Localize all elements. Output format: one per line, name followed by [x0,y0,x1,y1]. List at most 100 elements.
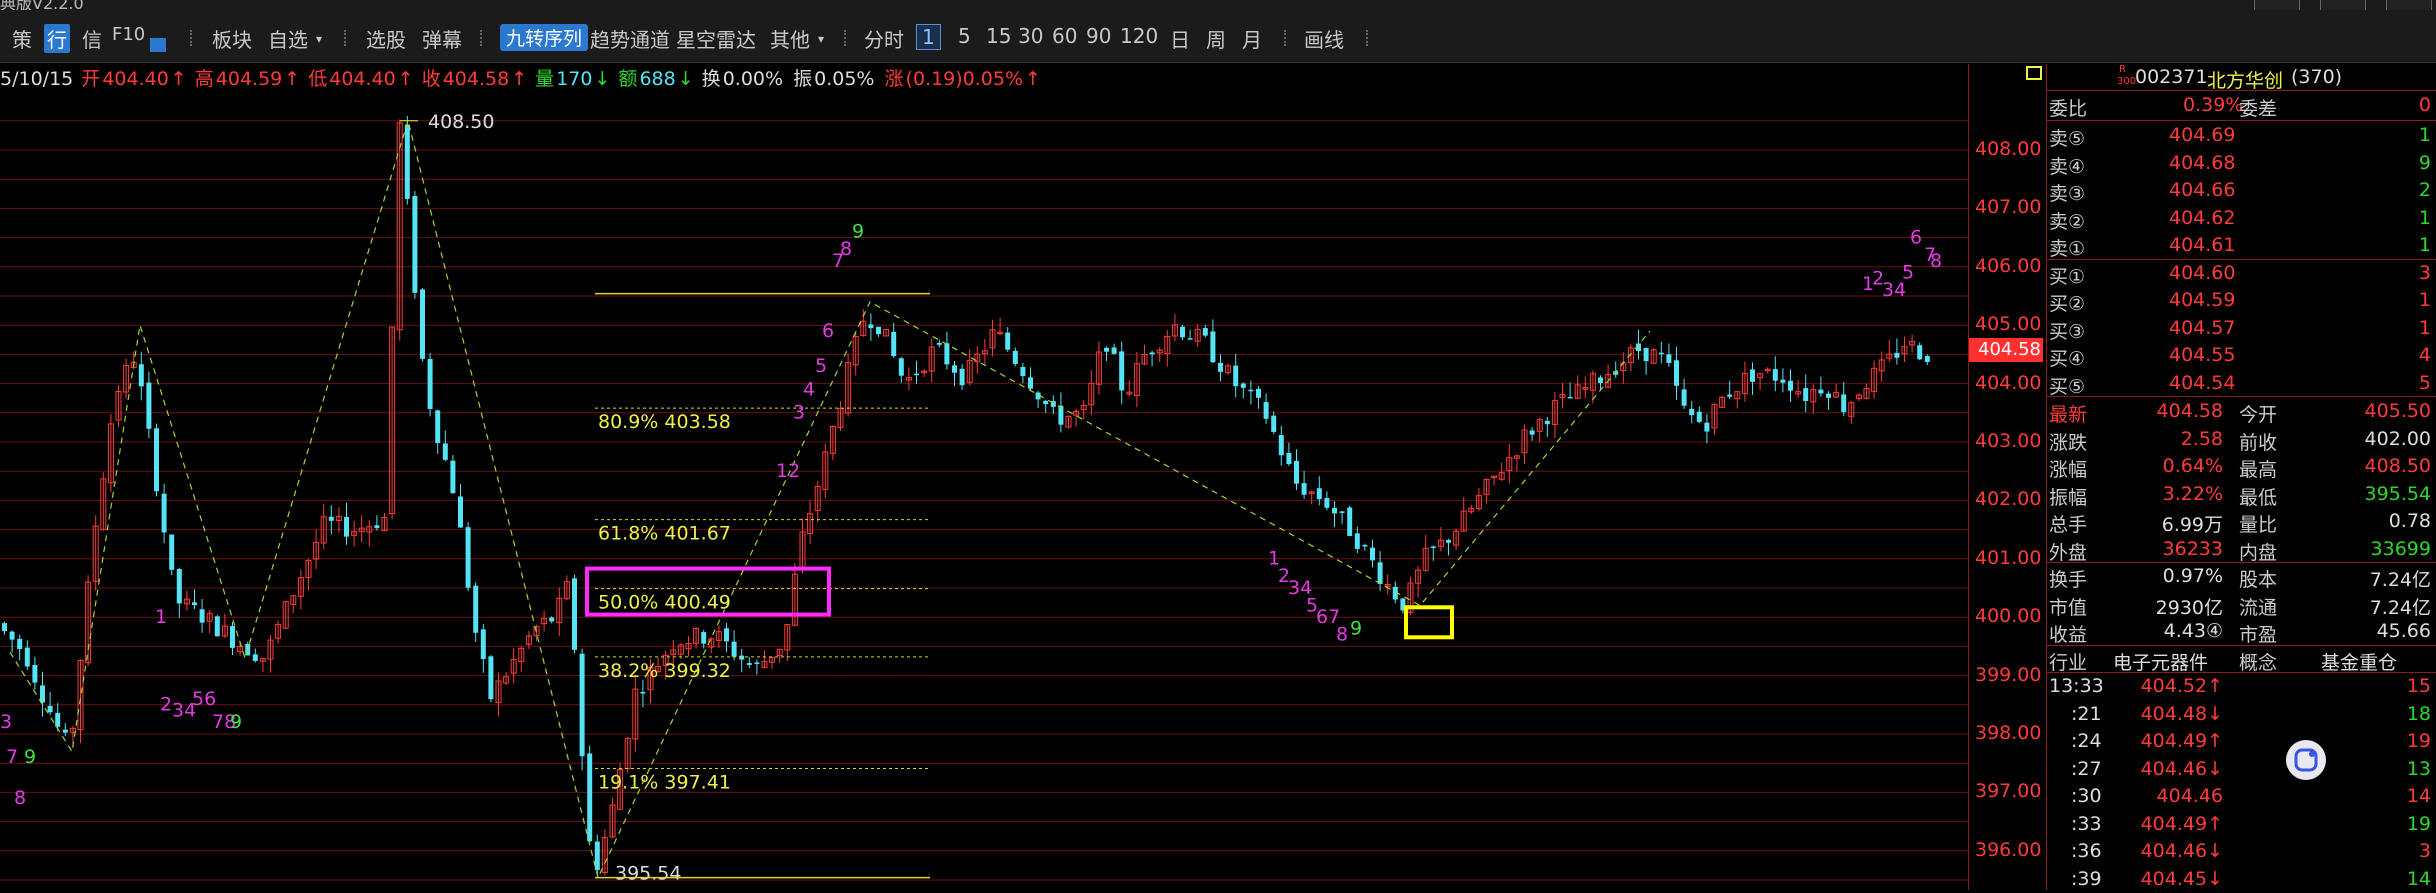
ask-row[interactable]: 卖③ 404.66 2 [2047,177,2436,205]
toolbar: 策 行 信 F10 板块 自选 ▾ 选股 弹幕 九转序列 趋势通道 星空雷达 其… [0,10,2436,63]
candle-body [473,585,479,633]
ask-row[interactable]: 卖④ 404.68 9 [2047,150,2436,178]
chevron-down-icon[interactable]: ▾ [316,32,322,46]
period-1min[interactable]: 1 [916,24,941,50]
price-axis-label: 407.00 [1975,196,2042,219]
candle-body [1696,411,1702,422]
bid-row[interactable]: 买④ 404.55 4 [2047,342,2436,370]
chevron-down-icon[interactable]: ▾ [818,32,824,46]
nine-turn-mark: 8 [14,787,26,809]
toolbar-item-sector[interactable]: 板块 [212,24,252,53]
bid-row[interactable]: 买① 404.60 3 [2047,260,2436,288]
current-price-tag: 404.58 [1969,337,2043,362]
drawing-overlay: 408.50 395.54 80.9% 403.58 61.8% 401.67 50.0… [0,111,1942,885]
stat-label: 市值 [2049,596,2088,619]
tick-price: 404.52↑ [2140,675,2223,697]
candle-body [465,527,471,588]
period-5min[interactable]: 5 [958,24,971,48]
toolbar-item-radar[interactable]: 星空雷达 [676,24,756,53]
stat-label: 最新 [2049,404,2088,426]
close-button[interactable] [2386,0,2432,10]
industry-row[interactable]: 行业 电子元器件 概念 基金重仓 [2047,646,2436,675]
ask-row[interactable]: 卖② 404.62 1 [2047,205,2436,233]
period-day[interactable]: 日 [1170,24,1190,53]
trough-price-label: 395.54 [615,863,681,885]
candle-body [1187,338,1193,340]
candlestick-chart[interactable]: 408.50395.5480.9% 403.5861.8% 401.6750.0… [0,64,1968,890]
period-month[interactable]: 月 [1242,24,1262,53]
nine-turn-mark: 7 [6,746,18,768]
tick-volume: 3 [2418,840,2431,862]
stock-header[interactable]: R 300 002371 北方华创 (370) [2047,64,2436,92]
toolbar-item-quote[interactable]: 行 [44,24,70,53]
nine-turn-mark: 4 [803,378,815,400]
stat-label: 今开 [2239,404,2278,426]
order-ratio-row: 委比 0.39% 委差 0 [2047,92,2436,120]
open-label: 开 [81,68,101,90]
bid-label: 买③ [2049,320,2086,343]
candle-body [1111,347,1117,354]
stat-value: 0.97% [2162,565,2223,587]
candle-body [1567,396,1573,399]
window-layout-icon[interactable] [150,38,166,52]
bid-row[interactable]: 买② 404.59 1 [2047,287,2436,315]
candle-body [1218,362,1223,372]
candle-body [1689,408,1695,416]
candle-body [32,664,38,683]
toolbar-item-watchlist[interactable]: 自选 [268,24,308,53]
toolbar-item-nine-turn[interactable]: 九转序列 [500,24,589,51]
candle-body [1316,488,1322,500]
high-value: 404.59 [215,68,283,90]
stock-rank: (370) [2291,66,2343,88]
bid-price: 404.60 [2169,261,2236,284]
candle-body [480,629,486,659]
toolbar-item-stock-picker[interactable]: 选股 [366,24,406,53]
assistant-icon[interactable] [2286,740,2326,780]
order-diff-label: 委差 [2239,98,2278,120]
candle-body [1917,345,1923,360]
nine-turn-mark: 1 [155,606,167,628]
stat-value: 6.99万 [2161,514,2223,536]
industry-value[interactable]: 电子元器件 [2113,648,2208,675]
candle-body [1278,435,1284,456]
candle-body [1362,544,1368,547]
period-90min[interactable]: 90 [1086,24,1111,48]
bid-volume: 3 [2418,261,2431,284]
toolbar-item-strategy[interactable]: 策 [12,24,32,53]
period-120min[interactable]: 120 [1120,24,1158,48]
stat-value: 395.54 [2364,482,2431,505]
toolbar-item-trend-channel[interactable]: 趋势通道 [590,24,670,53]
stat-label: 外盘 [2049,541,2088,564]
fib-level-label: 50.0% 400.49 [598,592,731,614]
ask-row[interactable]: 卖⑤ 404.69 1 [2047,122,2436,150]
period-week[interactable]: 周 [1206,24,1226,53]
candle-body [1354,533,1360,549]
stat-label: 收益 [2049,624,2088,646]
period-30min[interactable]: 30 [1018,24,1043,48]
bid-volume: 4 [2418,344,2431,366]
toolbar-item-draw-line[interactable]: 画线 [1304,24,1344,53]
ask-label: 卖④ [2049,155,2086,178]
bid-row[interactable]: 买③ 404.57 1 [2047,315,2436,343]
bid-label: 买① [2049,265,2086,288]
toolbar-item-other[interactable]: 其他 [770,24,810,53]
concept-value[interactable]: 基金重仓 [2321,648,2397,675]
period-60min[interactable]: 60 [1052,24,1077,48]
price-grid [0,120,1968,881]
minimize-button[interactable] [2254,0,2300,10]
ask-row[interactable]: 卖① 404.61 1 [2047,232,2436,260]
toolbar-item-f10[interactable]: F10 [112,24,145,45]
chat-bubble-icon [2294,748,2318,772]
stat-value: 3.22% [2162,482,2223,505]
period-intraday[interactable]: 分时 [864,24,904,53]
candle-body [154,428,159,492]
maximize-button[interactable] [2320,0,2366,10]
candle-body [1924,356,1930,362]
candle-body [1347,507,1353,536]
toolbar-item-barrage[interactable]: 弹幕 [422,24,462,53]
period-15min[interactable]: 15 [986,24,1011,48]
tick-row: 13:33 404.52↑ 15 [2047,673,2436,700]
bid-row[interactable]: 买⑤ 404.54 5 [2047,370,2436,398]
toolbar-item-info[interactable]: 信 [82,24,102,53]
high-label: 高 [194,68,214,90]
